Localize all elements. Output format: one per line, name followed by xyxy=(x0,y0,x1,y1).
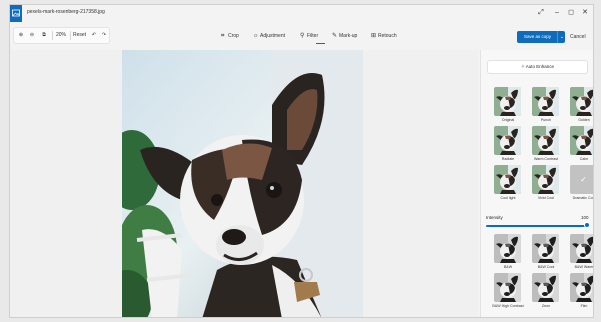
markup-icon: ✎ xyxy=(332,33,338,39)
tab-adjustment[interactable]: ☼ Adjustment xyxy=(253,32,285,41)
filter-label: Zeon xyxy=(541,304,551,308)
filter-label: Radiate xyxy=(501,157,515,161)
filter-thumbnail[interactable] xyxy=(570,87,593,116)
divider xyxy=(52,31,53,40)
edit-toolbar: ⊕ ⊖ ⧉ 20% Reset ↶ ↷ ⌗ Crop ☼ Adjustment ⚲ F… xyxy=(10,22,593,50)
save-as-copy-button[interactable]: Save as copy ⌄ xyxy=(517,31,565,43)
zoom-controls: ⊕ ⊖ ⧉ 20% Reset ↶ ↷ xyxy=(13,27,110,44)
filter-thumbnail[interactable]: ✓ xyxy=(570,165,593,194)
filter-thumbnail[interactable] xyxy=(532,87,559,116)
filter-thumbnail[interactable] xyxy=(570,126,593,155)
redo-icon[interactable]: ↷ xyxy=(100,28,108,43)
tab-retouch[interactable]: ⊞ Retouch xyxy=(371,32,397,41)
filter-thumbnail[interactable] xyxy=(494,126,521,155)
filter-label: Golden xyxy=(578,118,590,122)
photos-window: pexels-mark-rosenberg-217358.jpg ⤢ – ◻ ✕… xyxy=(9,4,594,318)
filter-label: Warm Contrast xyxy=(533,157,559,161)
reset-button[interactable]: Reset xyxy=(72,28,87,43)
intensity-slider[interactable] xyxy=(486,225,587,227)
filter-panel: ✧ Auto Enhance Original Punch Golden Radiat… xyxy=(480,50,594,317)
zoom-out-icon[interactable]: ⊖ xyxy=(27,28,37,43)
auto-enhance-label: Auto Enhance xyxy=(525,64,555,69)
filter-thumbnail[interactable] xyxy=(494,234,521,263)
filter-label: B&W Cool xyxy=(537,265,555,269)
filter-thumbnail[interactable] xyxy=(532,234,559,263)
filter-label: Calm xyxy=(579,157,589,161)
fit-to-window-icon[interactable]: ⧉ xyxy=(39,28,49,43)
image-canvas xyxy=(10,50,478,317)
auto-enhance-button[interactable]: ✧ Auto Enhance xyxy=(487,60,588,74)
maximize-button[interactable]: ◻ xyxy=(564,7,578,19)
filter-label: B&W Warm xyxy=(574,265,594,269)
zoom-level[interactable]: 20% xyxy=(54,28,68,43)
filter-label: Dramatic Cool xyxy=(572,196,594,200)
filter-thumbnail[interactable] xyxy=(532,126,559,155)
photos-app-icon xyxy=(10,5,22,22)
filter-label: Punch xyxy=(540,118,552,122)
intensity-slider-thumb[interactable] xyxy=(584,222,590,228)
filter-label: Film xyxy=(580,304,588,308)
filter-thumbnail[interactable] xyxy=(494,87,521,116)
title-bar: pexels-mark-rosenberg-217358.jpg ⤢ – ◻ ✕ xyxy=(10,5,593,22)
filter-thumbnail[interactable] xyxy=(570,234,593,263)
filter-icon: ⚲ xyxy=(300,33,305,39)
tab-crop-label: Crop xyxy=(228,33,239,39)
filter-label: Vivid Cool xyxy=(537,196,555,200)
crop-icon: ⌗ xyxy=(221,33,225,39)
tab-filter-label: Filter xyxy=(307,33,319,39)
filter-thumbnail[interactable] xyxy=(570,273,593,302)
filter-label: Cool light xyxy=(500,196,516,200)
tab-filter[interactable]: ⚲ Filter xyxy=(300,32,318,41)
filter-label: B&W High Contrast xyxy=(492,304,524,308)
filter-thumbnail[interactable] xyxy=(532,273,559,302)
tab-markup-label: Mark-up xyxy=(339,33,358,39)
filter-thumbnail[interactable] xyxy=(494,273,521,302)
intensity-label: Intensity xyxy=(486,215,503,220)
filter-thumbnail[interactable] xyxy=(532,165,559,194)
divider xyxy=(70,31,71,40)
window-title: pexels-mark-rosenberg-217358.jpg xyxy=(27,9,105,15)
checkmark-icon: ✓ xyxy=(580,175,587,184)
retouch-icon: ⊞ xyxy=(371,33,377,39)
filter-label: Original xyxy=(501,118,515,122)
intensity-value: 100 xyxy=(581,215,589,220)
tab-markup[interactable]: ✎ Mark-up xyxy=(332,32,357,41)
active-tab-indicator xyxy=(316,43,325,44)
zoom-in-icon[interactable]: ⊕ xyxy=(16,28,26,43)
expand-icon[interactable]: ⤢ xyxy=(534,7,548,19)
tab-retouch-label: Retouch xyxy=(378,33,397,39)
filter-thumbnail[interactable] xyxy=(494,165,521,194)
chevron-down-icon[interactable]: ⌄ xyxy=(557,31,566,43)
undo-icon[interactable]: ↶ xyxy=(90,28,98,43)
cancel-button[interactable]: Cancel xyxy=(570,31,586,43)
tab-adjustment-label: Adjustment xyxy=(260,33,286,39)
dog-photo[interactable] xyxy=(122,50,363,317)
filter-label: B&W xyxy=(503,265,513,269)
tab-crop[interactable]: ⌗ Crop xyxy=(221,32,239,41)
save-as-copy-label: Save as copy xyxy=(524,34,552,39)
adjustment-icon: ☼ xyxy=(253,33,259,39)
minimize-button[interactable]: – xyxy=(550,7,564,19)
panel-scrollbar[interactable] xyxy=(593,52,594,192)
close-button[interactable]: ✕ xyxy=(578,7,592,19)
